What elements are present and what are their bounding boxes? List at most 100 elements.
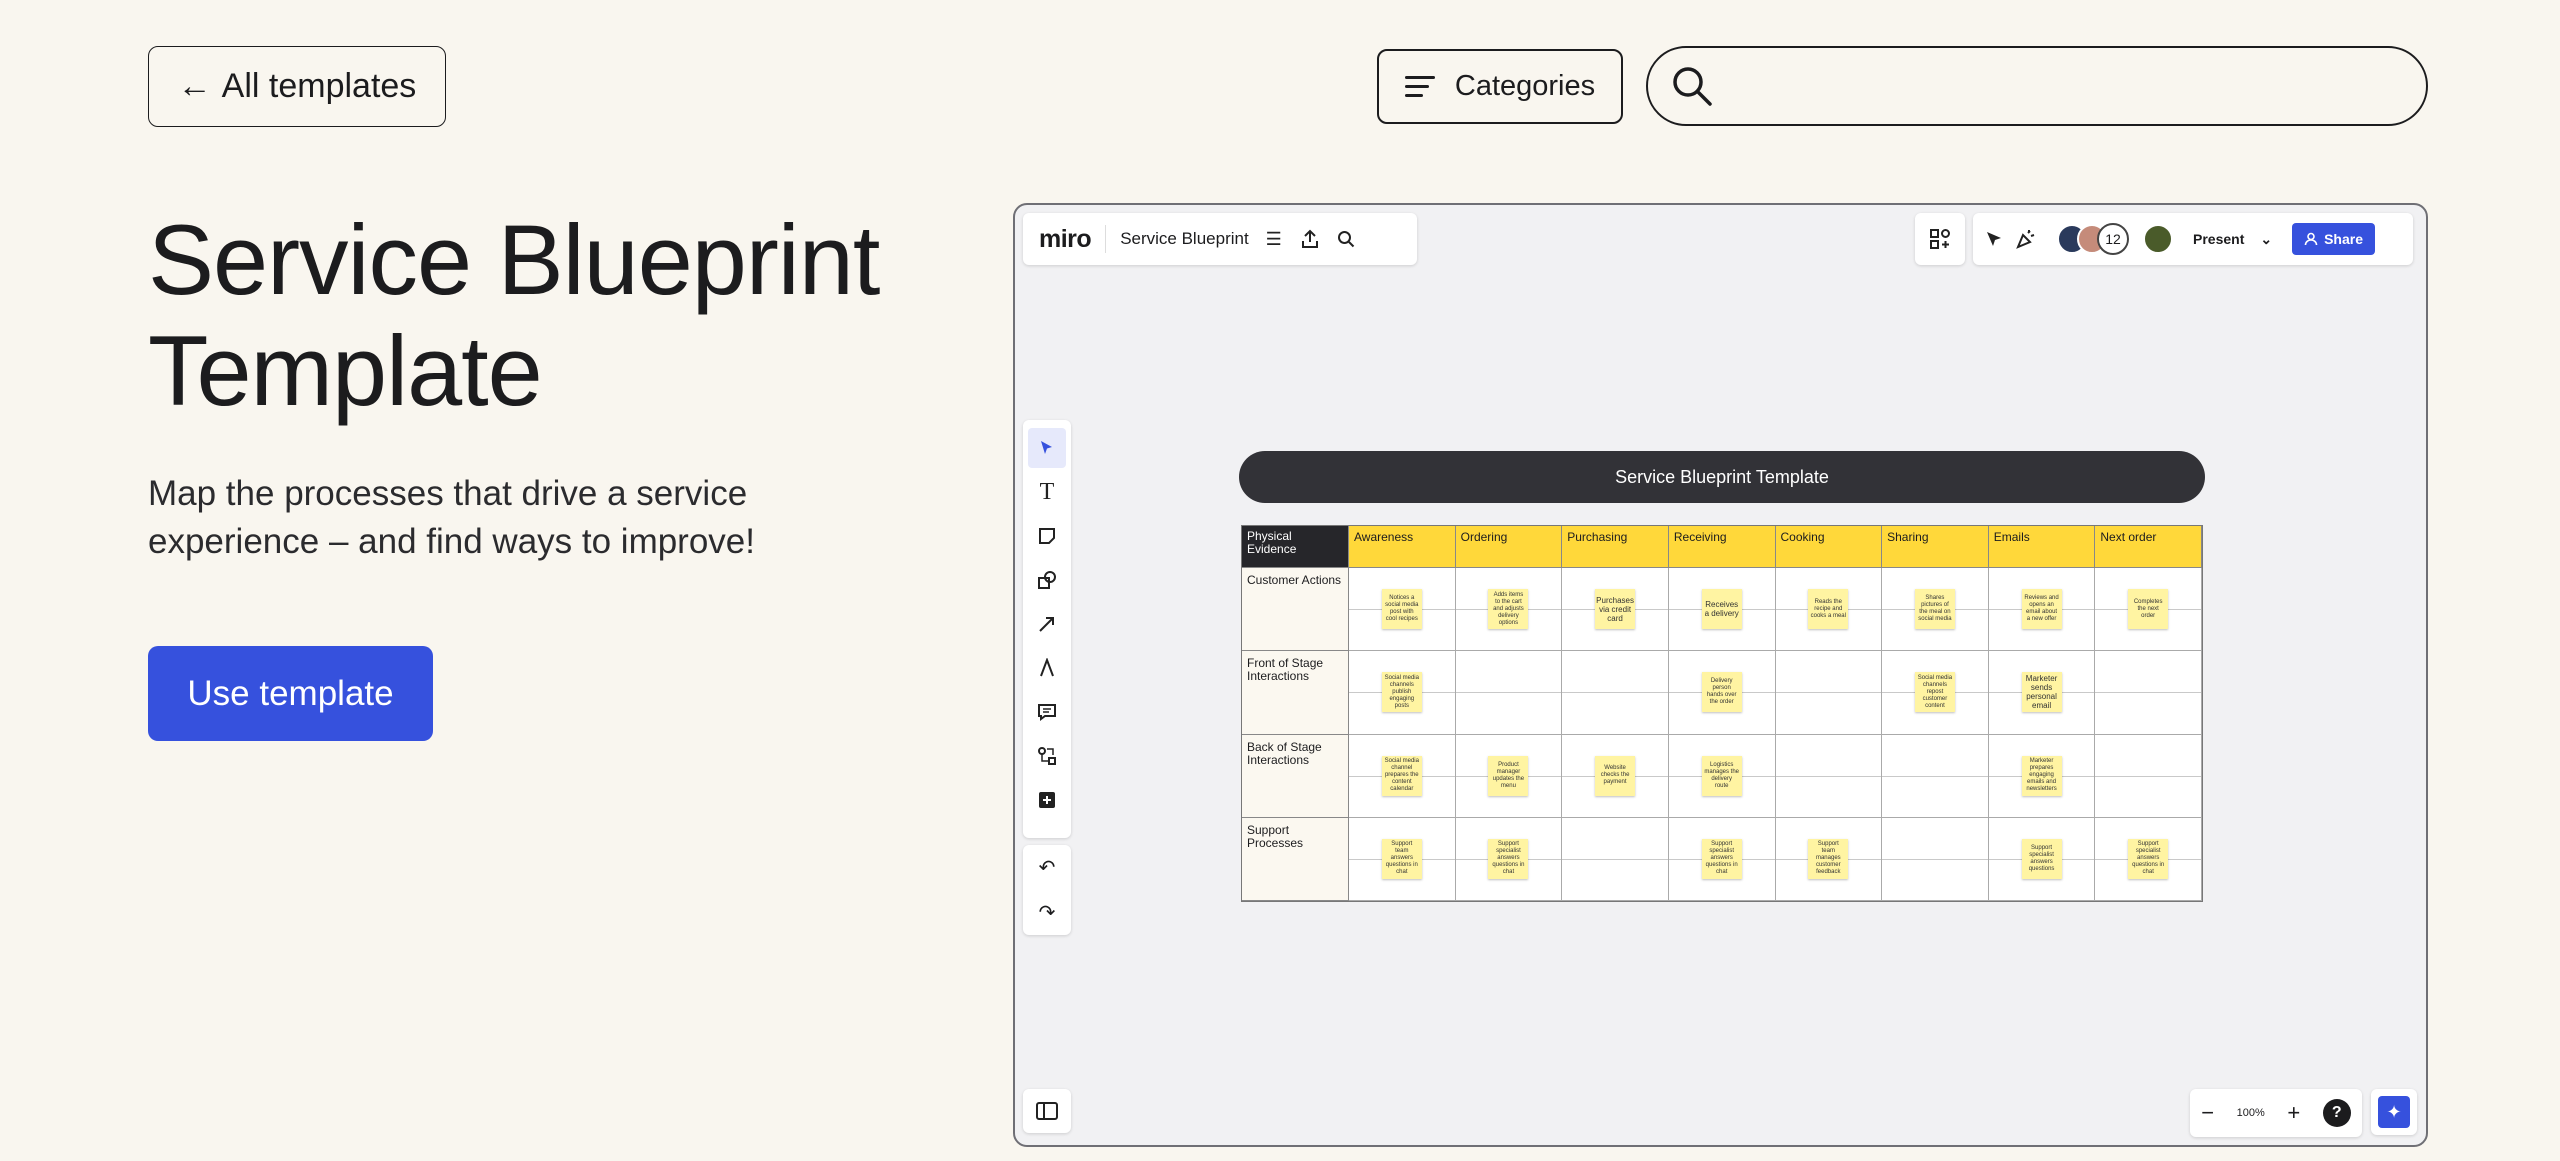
avatar-group[interactable]: 12 xyxy=(2057,223,2129,255)
grid-cell xyxy=(1882,817,1989,901)
sticky-note[interactable]: Product manager updates the menu xyxy=(1488,755,1529,796)
grid-cell xyxy=(2095,734,2202,818)
sticky-note[interactable]: Marketer sends personal email xyxy=(2021,672,2062,713)
column-header: Emails xyxy=(1988,526,2096,568)
ai-assist-button[interactable]: ✦ xyxy=(2371,1089,2417,1135)
column-header: Cooking xyxy=(1775,526,1883,568)
shapes-icon[interactable] xyxy=(1028,560,1066,600)
search-bar[interactable] xyxy=(1646,46,2428,126)
use-template-button[interactable]: Use template xyxy=(148,646,433,741)
text-tool-icon[interactable]: T xyxy=(1028,472,1066,512)
search-icon xyxy=(1673,67,1712,106)
grid-cell: Logistics manages the delivery route xyxy=(1668,734,1776,818)
apps-icon xyxy=(1930,229,1950,249)
present-button[interactable]: Present ⌄ xyxy=(2183,231,2282,248)
pen-icon[interactable] xyxy=(1028,648,1066,688)
grid-cell: Support specialist answers questions in … xyxy=(1455,817,1563,901)
sticky-note[interactable]: Delivery person hands over the order xyxy=(1701,672,1742,713)
column-header: Sharing xyxy=(1882,526,1989,568)
grid-cell xyxy=(1562,651,1669,735)
sticky-note[interactable]: Support specialist answers questions xyxy=(2021,838,2062,879)
redo-icon[interactable]: ↷ xyxy=(1039,900,1056,925)
grid-cell xyxy=(1562,817,1669,901)
select-tool-icon[interactable] xyxy=(1028,428,1066,468)
row-label: Customer Actions xyxy=(1242,568,1349,652)
sticky-note[interactable]: Support team manages customer feedback xyxy=(1808,838,1849,879)
board-preview[interactable]: miro Service Blueprint ☰ 12 Present ⌄ Sh… xyxy=(1013,203,2428,1147)
sticky-note[interactable]: Purchases via credit card xyxy=(1595,589,1636,630)
all-templates-label: All templates xyxy=(221,67,417,105)
sticky-note[interactable]: Adds items to the cart and adjusts deliv… xyxy=(1488,589,1529,630)
board-menu-icon[interactable]: ☰ xyxy=(1263,228,1285,250)
grid-cell: Social media channels publish engaging p… xyxy=(1349,651,1456,735)
sticky-note[interactable]: Marketer prepares engaging emails and ne… xyxy=(2021,755,2062,796)
page-description: Map the processes that drive a service e… xyxy=(148,474,755,561)
sticky-note-icon[interactable] xyxy=(1028,516,1066,556)
sticky-note[interactable]: Social media channels repost customer co… xyxy=(1914,672,1955,713)
sparkle-icon: ✦ xyxy=(2378,1096,2410,1128)
sticky-note[interactable]: Support team answers questions in chat xyxy=(1381,838,1422,879)
board-collab-toolbar: 12 Present ⌄ Share xyxy=(1973,213,2413,265)
sticky-note[interactable]: Support specialist answers questions in … xyxy=(2128,838,2169,879)
grid-cell: Website checks the payment xyxy=(1562,734,1669,818)
undo-icon[interactable]: ↶ xyxy=(1039,855,1056,880)
board-search-icon[interactable] xyxy=(1335,228,1357,250)
page-title: Service Blueprint Template xyxy=(148,204,880,426)
row-label: Back of Stage Interactions xyxy=(1242,734,1349,818)
grid-cell: Social media channels repost customer co… xyxy=(1882,651,1989,735)
chevron-down-icon[interactable]: ⌄ xyxy=(2260,231,2272,248)
comment-icon[interactable] xyxy=(1028,692,1066,732)
sticky-note[interactable]: Website checks the payment xyxy=(1595,755,1636,796)
panel-toggle-button[interactable] xyxy=(1023,1089,1071,1133)
column-header: Ordering xyxy=(1455,526,1563,568)
sticky-note[interactable]: Social media channel prepares the conten… xyxy=(1381,755,1422,796)
zoom-level[interactable]: 100% xyxy=(2237,1107,2265,1119)
celebrate-icon[interactable] xyxy=(2015,228,2037,250)
sticky-note[interactable]: Receives a delivery xyxy=(1701,589,1742,630)
creation-toolbar: T xyxy=(1023,420,1071,838)
categories-button[interactable]: Categories xyxy=(1377,49,1623,124)
column-header: Awareness xyxy=(1349,526,1456,568)
apps-button[interactable] xyxy=(1915,213,1965,265)
help-icon[interactable]: ? xyxy=(2322,1099,2351,1127)
grid-cell: Support specialist answers questions in … xyxy=(1668,817,1776,901)
sticky-note[interactable]: Completes the next order xyxy=(2128,589,2169,630)
sticky-note[interactable]: Notices a social media post with cool re… xyxy=(1381,589,1422,630)
zoom-controls: − 100% + ? xyxy=(2190,1089,2362,1137)
sticky-note[interactable]: Support specialist answers questions in … xyxy=(1488,838,1529,879)
grid-cell: Support team manages customer feedback xyxy=(1775,817,1883,901)
blueprint-grid[interactable]: Physical Evidence Awareness Ordering Pur… xyxy=(1241,525,2203,902)
board-top-toolbar: miro Service Blueprint ☰ xyxy=(1023,213,1417,265)
sticky-note[interactable]: Shares pictures of the meal on social me… xyxy=(1914,589,1955,630)
zoom-in-icon[interactable]: + xyxy=(2287,1100,2300,1126)
diagram-icon[interactable] xyxy=(1028,736,1066,776)
categories-label: Categories xyxy=(1454,70,1596,102)
sticky-note[interactable]: Social media channels publish engaging p… xyxy=(1381,672,1422,713)
all-templates-button[interactable]: ← All templates xyxy=(148,46,446,127)
arrow-left-icon: ← xyxy=(177,67,212,105)
grid-cell xyxy=(2095,651,2202,735)
sticky-note[interactable]: Support specialist answers questions in … xyxy=(1701,838,1742,879)
cursor-follow-icon[interactable] xyxy=(1983,228,2005,250)
miro-logo: miro xyxy=(1039,224,1092,253)
row-label: Support Processes xyxy=(1242,817,1349,901)
grid-cell: Reviews and opens an email about a new o… xyxy=(1988,568,2096,652)
menu-icon xyxy=(1404,76,1435,97)
board-name[interactable]: Service Blueprint xyxy=(1120,229,1249,249)
grid-cell: Delivery person hands over the order xyxy=(1668,651,1776,735)
blueprint-title[interactable]: Service Blueprint Template xyxy=(1239,451,2205,503)
share-button[interactable]: Share xyxy=(2292,223,2376,255)
zoom-out-icon[interactable]: − xyxy=(2201,1100,2214,1126)
user-icon xyxy=(2304,232,2318,246)
search-input[interactable] xyxy=(1728,70,2388,102)
user-avatar[interactable] xyxy=(2143,224,2173,254)
line-arrow-icon[interactable] xyxy=(1028,604,1066,644)
sticky-note[interactable]: Reads the recipe and cooks a meal xyxy=(1808,589,1849,630)
grid-cell: Marketer sends personal email xyxy=(1988,651,2096,735)
sticky-note[interactable]: Reviews and opens an email about a new o… xyxy=(2021,589,2062,630)
sticky-note[interactable]: Logistics manages the delivery route xyxy=(1701,755,1742,796)
toolbar-divider xyxy=(1105,225,1107,253)
add-more-icon[interactable] xyxy=(1028,780,1066,820)
grid-cell xyxy=(1882,734,1989,818)
export-icon[interactable] xyxy=(1299,228,1321,250)
